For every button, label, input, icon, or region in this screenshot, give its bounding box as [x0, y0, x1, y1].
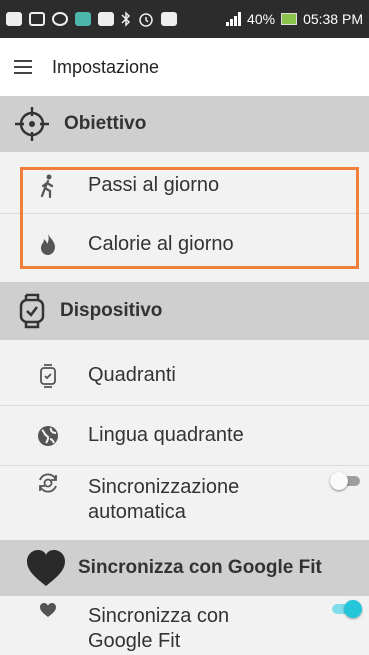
list-item-calories-per-day[interactable]: Calorie al giorno [0, 215, 369, 273]
target-icon [10, 106, 54, 142]
menu-icon[interactable] [14, 60, 34, 74]
list-item-google-fit-sync[interactable]: Sincronizza con Google Fit [0, 596, 369, 655]
list-item-auto-sync[interactable]: Sincronizzazione automatica [0, 467, 369, 537]
heart-icon [22, 549, 70, 587]
network-icon [161, 12, 177, 26]
globe-icon [34, 424, 62, 448]
section-header-objective: Obiettivo [0, 96, 369, 152]
chat-icon [6, 12, 22, 26]
google-fit-sync-toggle[interactable] [332, 600, 362, 618]
section-header-google-fit: Sincronizza con Google Fit [0, 540, 369, 596]
section-title-objective: Obiettivo [64, 113, 147, 134]
flame-icon [34, 232, 62, 256]
auto-sync-label-line2: automatica [88, 501, 186, 523]
battery-percent: 40% [247, 11, 276, 27]
watch-icon [10, 293, 54, 329]
walk-icon [34, 174, 62, 198]
auto-sync-toggle[interactable] [330, 472, 360, 490]
status-bar: 40% 05:38 PM [0, 0, 369, 38]
auto-sync-label: Sincronizzazione automatica [88, 475, 239, 525]
list-item-label: Lingua quadrante [88, 424, 244, 446]
watch-face-icon [34, 363, 62, 388]
battery-icon [281, 13, 298, 25]
list-item-watch-faces[interactable]: Quadranti [0, 346, 369, 406]
list-item-steps-per-day[interactable]: Passi al giorno [0, 158, 369, 214]
google-fit-sync-label-line2: Google Fit [88, 630, 181, 652]
clock: 05:38 PM [303, 11, 363, 27]
google-fit-sync-label: Sincronizza con Google Fit [88, 604, 229, 654]
small-heart-icon [34, 602, 62, 618]
page-title: Impostazione [52, 56, 160, 77]
mail-icon [98, 12, 114, 26]
list-item-watch-face-language[interactable]: Lingua quadrante [0, 406, 369, 466]
toolbar: Impostazione [0, 38, 369, 96]
section-header-device: Dispositivo [0, 282, 369, 340]
list-item-label: Quadranti [88, 364, 176, 386]
google-fit-sync-label-line1: Sincronizza con [88, 605, 230, 627]
sync-settings-icon [34, 471, 62, 495]
image-icon [75, 12, 91, 26]
notification-icons [6, 11, 177, 27]
section-title-google-fit: Sincronizza con Google Fit [78, 557, 322, 578]
list-item-label: Passi al giorno [88, 174, 220, 196]
bluetooth-icon [121, 11, 131, 27]
signal-icon [226, 12, 242, 26]
auto-sync-label-line1: Sincronizzazione [88, 476, 240, 498]
alarm-icon [139, 13, 153, 27]
sync-icon [52, 12, 68, 26]
photo-icon [29, 12, 45, 26]
section-title-device: Dispositivo [60, 300, 163, 321]
list-item-label: Calorie al giorno [88, 232, 234, 255]
